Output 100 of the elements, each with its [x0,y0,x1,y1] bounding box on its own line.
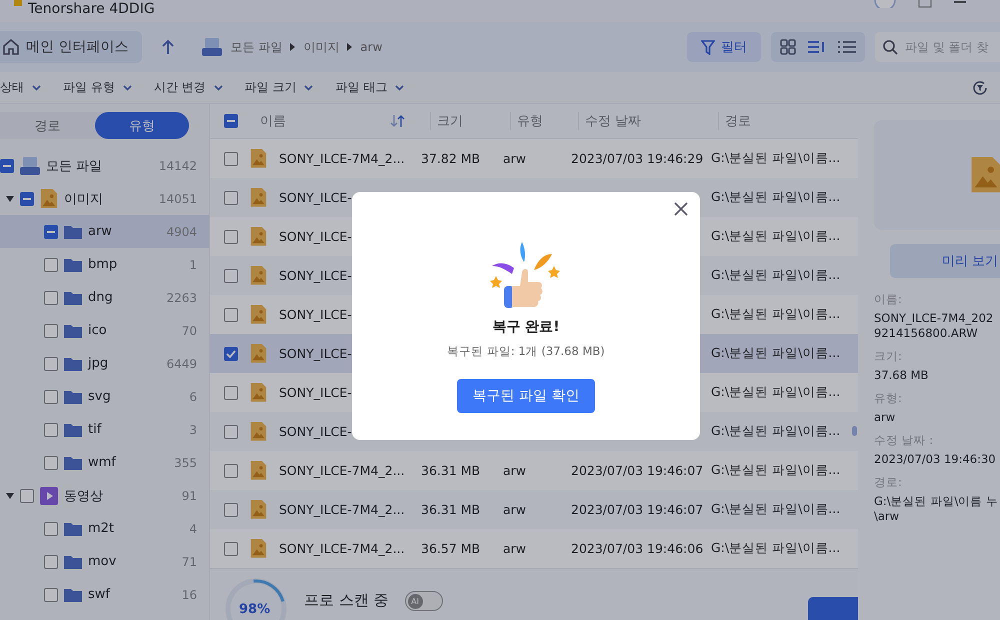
modified-date: 2023/07/03 19:46:07 [571,463,704,478]
view-recovered-button[interactable]: 복구된 파일 확인 [456,379,596,413]
file-type: arw [503,151,528,166]
tree-item[interactable]: m2t 4 [0,512,209,545]
filter-dropdown[interactable]: 파일 태그 [335,79,404,96]
scrollbar-thumb[interactable] [852,426,857,436]
file-name: SONY_ILCE- [279,424,353,439]
file-path: G:\분실된 파일\이름... [711,345,842,362]
dialog-title: 복구 완료! [492,318,560,336]
checkbox[interactable] [44,290,58,304]
tree-item[interactable]: mov 71 [0,545,209,578]
scan-status: 프로 스캔 중 [304,591,389,610]
file-size: 36.57 MB [421,541,482,556]
checkbox[interactable] [224,114,238,128]
list-view-icon [838,40,856,54]
checkbox[interactable] [224,542,238,556]
detail-value: arw [874,410,896,425]
sort-icon[interactable] [390,115,406,127]
image-file-icon [250,422,267,441]
tree-item[interactable]: 동영상 91 [0,479,209,512]
tree-item[interactable]: jpg 6449 [0,347,209,380]
folder-icon [64,390,82,404]
checkbox[interactable] [224,152,238,166]
sidebar-tab[interactable]: 유형 [94,112,189,139]
preview-button[interactable]: 미리 보기 [890,244,1000,278]
checkbox[interactable] [44,324,58,338]
folder-icon [64,224,82,238]
folder-icon [64,456,82,470]
tree-item[interactable]: 이미지 14051 [0,182,209,215]
checkbox[interactable] [44,456,58,470]
filter-icon [701,40,715,54]
sidebar-tab[interactable]: 경로 [0,112,94,139]
checkbox[interactable] [44,522,58,536]
breadcrumb-arrow-icon [347,43,352,51]
checkbox[interactable] [44,356,58,370]
checkbox[interactable] [44,224,58,238]
home-button[interactable]: 메인 인터페이스 [0,31,142,63]
file-path: G:\분실된 파일\이름... [711,267,842,284]
checkbox[interactable] [224,386,238,400]
checkbox[interactable] [44,258,58,272]
checkbox[interactable] [20,488,34,502]
breadcrumb-item[interactable]: 이미지 [303,38,340,56]
file-type: arw [503,541,528,556]
checkbox[interactable] [224,502,238,516]
search-icon [883,40,898,55]
checkbox[interactable] [0,158,14,172]
checkbox[interactable] [44,422,58,436]
checkbox[interactable] [224,464,238,478]
file-path: G:\분실된 파일\이름... [711,423,842,440]
detail-label: 유형: [874,391,903,406]
expand-caret-icon[interactable] [6,196,14,202]
tree-item[interactable]: dng 2263 [0,281,209,314]
expand-caret-icon[interactable] [6,492,14,498]
tree-item[interactable]: arw 4904 [0,215,209,248]
image-file-icon [250,149,267,168]
maximize-icon[interactable] [918,0,932,8]
checkbox[interactable] [44,390,58,404]
file-name: SONY_ILCE-7M4_2... [279,541,406,556]
tree-item[interactable]: bmp 1 [0,248,209,281]
checkbox[interactable] [44,588,58,602]
breadcrumb-item[interactable]: 모든 파일 [230,38,282,56]
filter-dropdown[interactable]: 상태 [0,79,41,96]
image-file-icon [970,157,1000,193]
checkbox[interactable] [224,424,238,438]
filter-dropdown[interactable]: 파일 크기 [244,79,314,96]
tree-item[interactable]: wmf 355 [0,446,209,479]
search-field[interactable]: 파일 및 폴더 찾 [875,32,1000,62]
checkbox[interactable] [224,230,238,244]
minimize-icon[interactable] [954,0,966,4]
filter-dropdown[interactable]: 시간 변경 [154,79,223,96]
image-file-icon [40,188,58,208]
image-file-icon [250,266,267,285]
file-size: 37.82 MB [421,151,482,166]
breadcrumb-arrow-icon [290,43,296,51]
checkbox[interactable] [224,308,238,322]
checkbox[interactable] [20,192,34,206]
file-name: SONY_ILCE-7M4_2... [279,151,406,166]
tree-item[interactable]: svg 6 [0,380,209,413]
file-name: SONY_ILCE-7M4_2... [279,502,406,517]
filter-button[interactable]: 필터 [687,32,761,62]
tree-item[interactable]: 모든 파일 14142 [0,149,209,182]
detail-value: G:\분실된 파일\이름 누 [874,494,999,509]
detail-label: 크기: [874,349,903,364]
close-icon[interactable] [672,200,690,218]
file-row[interactable]: SONY_ILCE-7M4_2... 36.31 MB arw 2023/07/03 19:46:07 G:\분실된 파일\이름... [210,490,858,529]
folder-icon [64,356,82,370]
breadcrumb-item[interactable]: arw [360,40,382,54]
folder-icon [64,588,82,602]
image-file-icon [250,539,267,558]
checkbox[interactable] [224,346,238,360]
tree-item[interactable]: ico 70 [0,314,209,347]
detail-label: 이름: [874,292,903,307]
checkbox[interactable] [224,268,238,282]
file-path: G:\분실된 파일\이름... [711,462,842,479]
tree-item[interactable]: swf 16 [0,578,209,611]
checkbox[interactable] [224,190,238,204]
image-file-icon [250,188,267,207]
tree-item[interactable]: tif 3 [0,413,209,446]
filter-dropdown[interactable]: 파일 유형 [63,79,132,96]
checkbox[interactable] [44,554,58,568]
